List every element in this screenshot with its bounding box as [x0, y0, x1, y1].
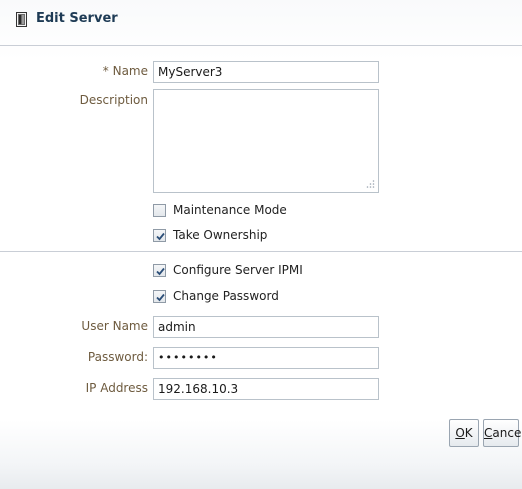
configure-ipmi-label: Configure Server IPMI [173, 263, 303, 277]
configure-ipmi-checkbox[interactable] [153, 264, 166, 277]
password-input[interactable]: •••••••• [153, 347, 379, 369]
cancel-label-rest: ancel [492, 426, 522, 440]
description-textarea[interactable] [153, 89, 379, 193]
ip-address-label: IP Address [85, 381, 148, 395]
ok-button[interactable]: OK [449, 419, 479, 447]
take-ownership-label: Take Ownership [173, 228, 268, 242]
checkmark-icon [156, 293, 165, 302]
user-name-label: User Name [81, 319, 148, 333]
ip-address-input[interactable]: 192.168.10.3 [153, 378, 379, 400]
edit-server-dialog: Edit Server * Name MyServer3 Description… [0, 0, 522, 489]
section-divider [0, 251, 522, 252]
description-label: Description [79, 93, 148, 107]
change-password-label: Change Password [173, 289, 279, 303]
change-password-checkbox[interactable] [153, 290, 166, 303]
maintenance-mode-checkbox[interactable] [153, 204, 166, 217]
user-name-input[interactable]: admin [153, 316, 379, 338]
server-icon [16, 12, 27, 27]
password-label: Password: [87, 350, 148, 364]
checkmark-icon [156, 267, 165, 276]
name-input[interactable]: MyServer3 [153, 61, 379, 83]
ok-mnemonic: O [455, 426, 465, 440]
name-label: * Name [103, 64, 148, 78]
checkmark-icon [156, 232, 165, 241]
cancel-button[interactable]: Cancel [483, 419, 522, 447]
required-mark: * [102, 64, 109, 78]
maintenance-mode-label: Maintenance Mode [173, 203, 287, 217]
dialog-title: Edit Server [36, 11, 118, 26]
name-label-text: Name [112, 64, 148, 78]
resize-grip-icon[interactable] [365, 179, 375, 189]
ok-label-rest: K [464, 426, 473, 440]
dialog-header: Edit Server [0, 0, 522, 46]
take-ownership-checkbox[interactable] [153, 229, 166, 242]
